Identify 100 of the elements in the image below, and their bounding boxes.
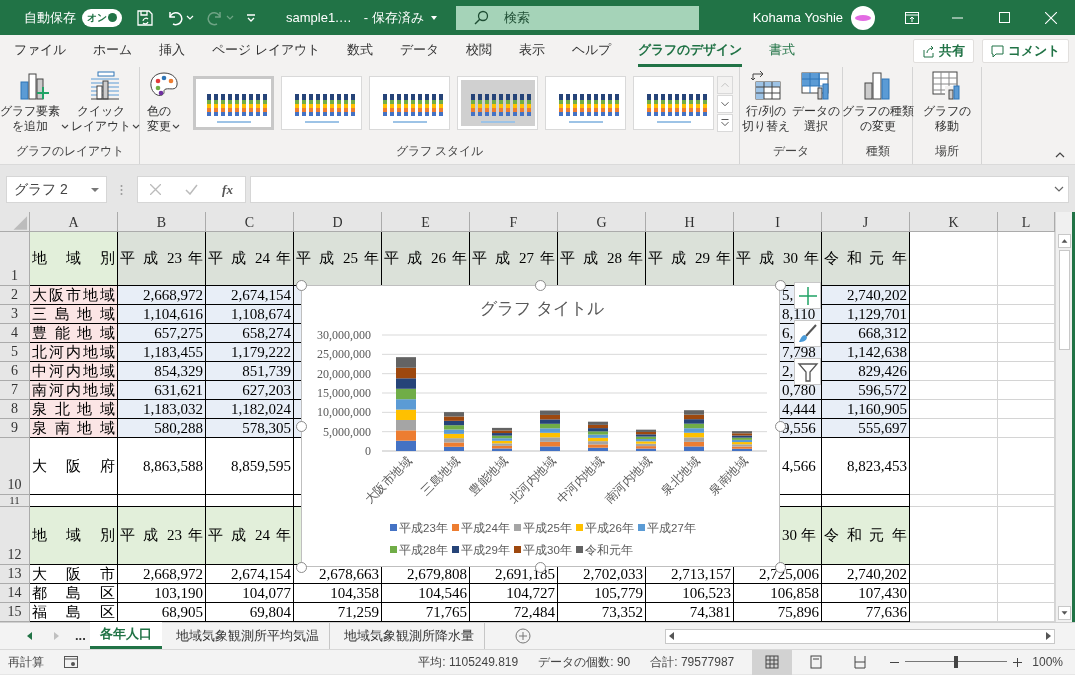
vertical-scrollbar[interactable] [1055,212,1072,622]
change-chart-type-button[interactable]: グラフの種類 の変更 [840,70,915,134]
bar-segment[interactable] [588,421,608,425]
bar-segment[interactable] [540,419,560,424]
chart-style-thumbnail[interactable] [369,76,450,130]
comment-button[interactable]: コメント [982,39,1069,63]
scroll-thumb[interactable] [1058,250,1070,350]
horizontal-scrollbar[interactable] [665,628,1055,644]
bar-segment[interactable] [684,419,704,424]
move-chart-button[interactable]: グラフの 移動 [922,70,972,134]
sheet-tab[interactable]: 各年人口 [89,622,162,649]
scroll-down-icon[interactable] [717,95,733,113]
resize-handle[interactable] [535,280,546,291]
bar-segment[interactable] [492,433,512,436]
legend-item[interactable]: 令和元年 [576,544,633,556]
bar-segment[interactable] [492,430,512,434]
autosave-toggle[interactable]: オン [82,8,122,27]
collapse-ribbon-icon[interactable] [1055,151,1065,159]
bar-segment[interactable] [396,388,416,400]
row-header[interactable]: 3 [0,305,30,324]
change-colors-button[interactable]: 色の 変更 [146,70,181,134]
ribbon-tab[interactable]: データ [399,35,439,67]
ribbon-tab[interactable]: ヘルプ [571,35,611,67]
row-header[interactable]: 12 [0,507,30,565]
column-header[interactable]: K [910,212,998,233]
scroll-up-icon[interactable] [1057,234,1071,248]
save-icon[interactable] [136,8,154,27]
ribbon-display-icon[interactable] [905,11,919,24]
row-header[interactable]: 4 [0,324,30,343]
chart-style-thumbnail[interactable] [633,76,714,130]
legend-item[interactable]: 平成27年 [638,522,696,534]
add-sheet-icon[interactable] [514,628,531,644]
next-sheet-icon[interactable] [53,631,61,641]
share-button[interactable]: 共有 [913,39,974,63]
resize-handle[interactable] [296,562,307,573]
legend-item[interactable]: 平成30年 [514,544,572,556]
row-header[interactable]: 9 [0,419,30,438]
chart-style-thumbnail[interactable] [193,76,274,130]
caret-icon[interactable] [429,13,438,22]
avatar[interactable] [851,5,875,30]
ribbon-tab[interactable]: 挿入 [159,35,185,67]
scroll-down-icon[interactable] [1057,606,1071,620]
slider-thumb[interactable] [954,656,959,668]
row-header[interactable]: 8 [0,400,30,419]
add-chart-element-button[interactable]: グラフ要素 を追加 [0,70,70,134]
legend-item[interactable]: 平成26年 [576,522,634,534]
more-sheets-button[interactable]: ... [75,623,86,649]
macro-record-icon[interactable] [64,656,78,668]
quick-layout-button[interactable]: クイック レイアウト [69,70,141,134]
row-header[interactable]: 10 [0,438,30,495]
ribbon-tab[interactable]: 数式 [346,35,373,67]
row-header[interactable]: 11 [0,495,30,507]
chart-title[interactable]: グラフ タイトル [480,299,604,318]
customize-icon[interactable] [246,12,256,23]
ribbon-tab[interactable]: 表示 [518,35,545,67]
zoom-slider[interactable] [905,656,1008,668]
search-field[interactable]: 検索 [455,5,699,30]
bar-segment[interactable] [492,427,512,431]
maximize-icon[interactable] [999,12,1010,23]
normal-view-button[interactable] [752,649,793,675]
select-data-button[interactable]: データの 選択 [791,70,841,134]
ribbon-tab[interactable]: ページ レイアウト [212,35,320,67]
row-header[interactable]: 15 [0,603,30,622]
ribbon-tab[interactable]: ホーム [93,35,132,67]
ribbon-tab[interactable]: 校閲 [465,35,492,67]
chart-filters-button[interactable] [794,358,821,385]
chart-styles-button[interactable] [794,320,821,347]
close-icon[interactable] [1045,11,1057,24]
resize-handle[interactable] [296,421,307,432]
chart-area[interactable]: グラフ タイトル 0 5,000,000 10,000,000 15,000,000 20,000,000 25,000,000 30,000,000 大阪市地域 三島地域 豊能地域 北河内地域 中河内地域 南河内地域 泉北地域 泉南地域 平成23年 平成24年 平成25年 平成26年 平成27年 平成28年 平成29年 平成30年 令和元年 [301,285,780,567]
chart-style-thumbnail[interactable] [457,76,538,130]
ribbon-tab[interactable]: 書式 [768,35,795,67]
row-header[interactable]: 7 [0,381,30,400]
legend-item[interactable]: 平成23年 [390,522,448,534]
bar-segment[interactable] [588,428,608,432]
chart-style-thumbnail[interactable] [545,76,626,130]
zoom-level[interactable]: 100% [1032,653,1063,671]
row-header[interactable]: 13 [0,565,30,584]
legend-item[interactable]: 平成29年 [452,544,510,556]
cancel-icon[interactable] [150,184,161,195]
resize-handle[interactable] [775,280,786,291]
expand-icon[interactable] [1054,186,1064,193]
bar-segment[interactable] [444,420,464,426]
resize-handle[interactable] [296,280,307,291]
ribbon-tab[interactable]: ファイル [14,35,66,67]
bar-segment[interactable] [540,410,560,415]
row-header[interactable]: 5 [0,343,30,362]
legend-item[interactable]: 平成25年 [514,522,572,534]
chart-elements-button[interactable] [794,282,821,309]
caret-icon[interactable] [186,13,194,22]
insert-function-button[interactable]: fx [222,179,233,200]
legend-item[interactable]: 平成28年 [390,544,448,556]
enter-icon[interactable] [185,184,199,195]
bar-segment[interactable] [636,429,656,432]
row-header[interactable]: 2 [0,286,30,305]
formula-field[interactable] [250,176,1069,203]
row-header[interactable]: 14 [0,584,30,603]
zoom-in-icon[interactable] [1013,657,1023,667]
row-header[interactable]: 6 [0,362,30,381]
row-header[interactable]: 1 [0,232,30,286]
